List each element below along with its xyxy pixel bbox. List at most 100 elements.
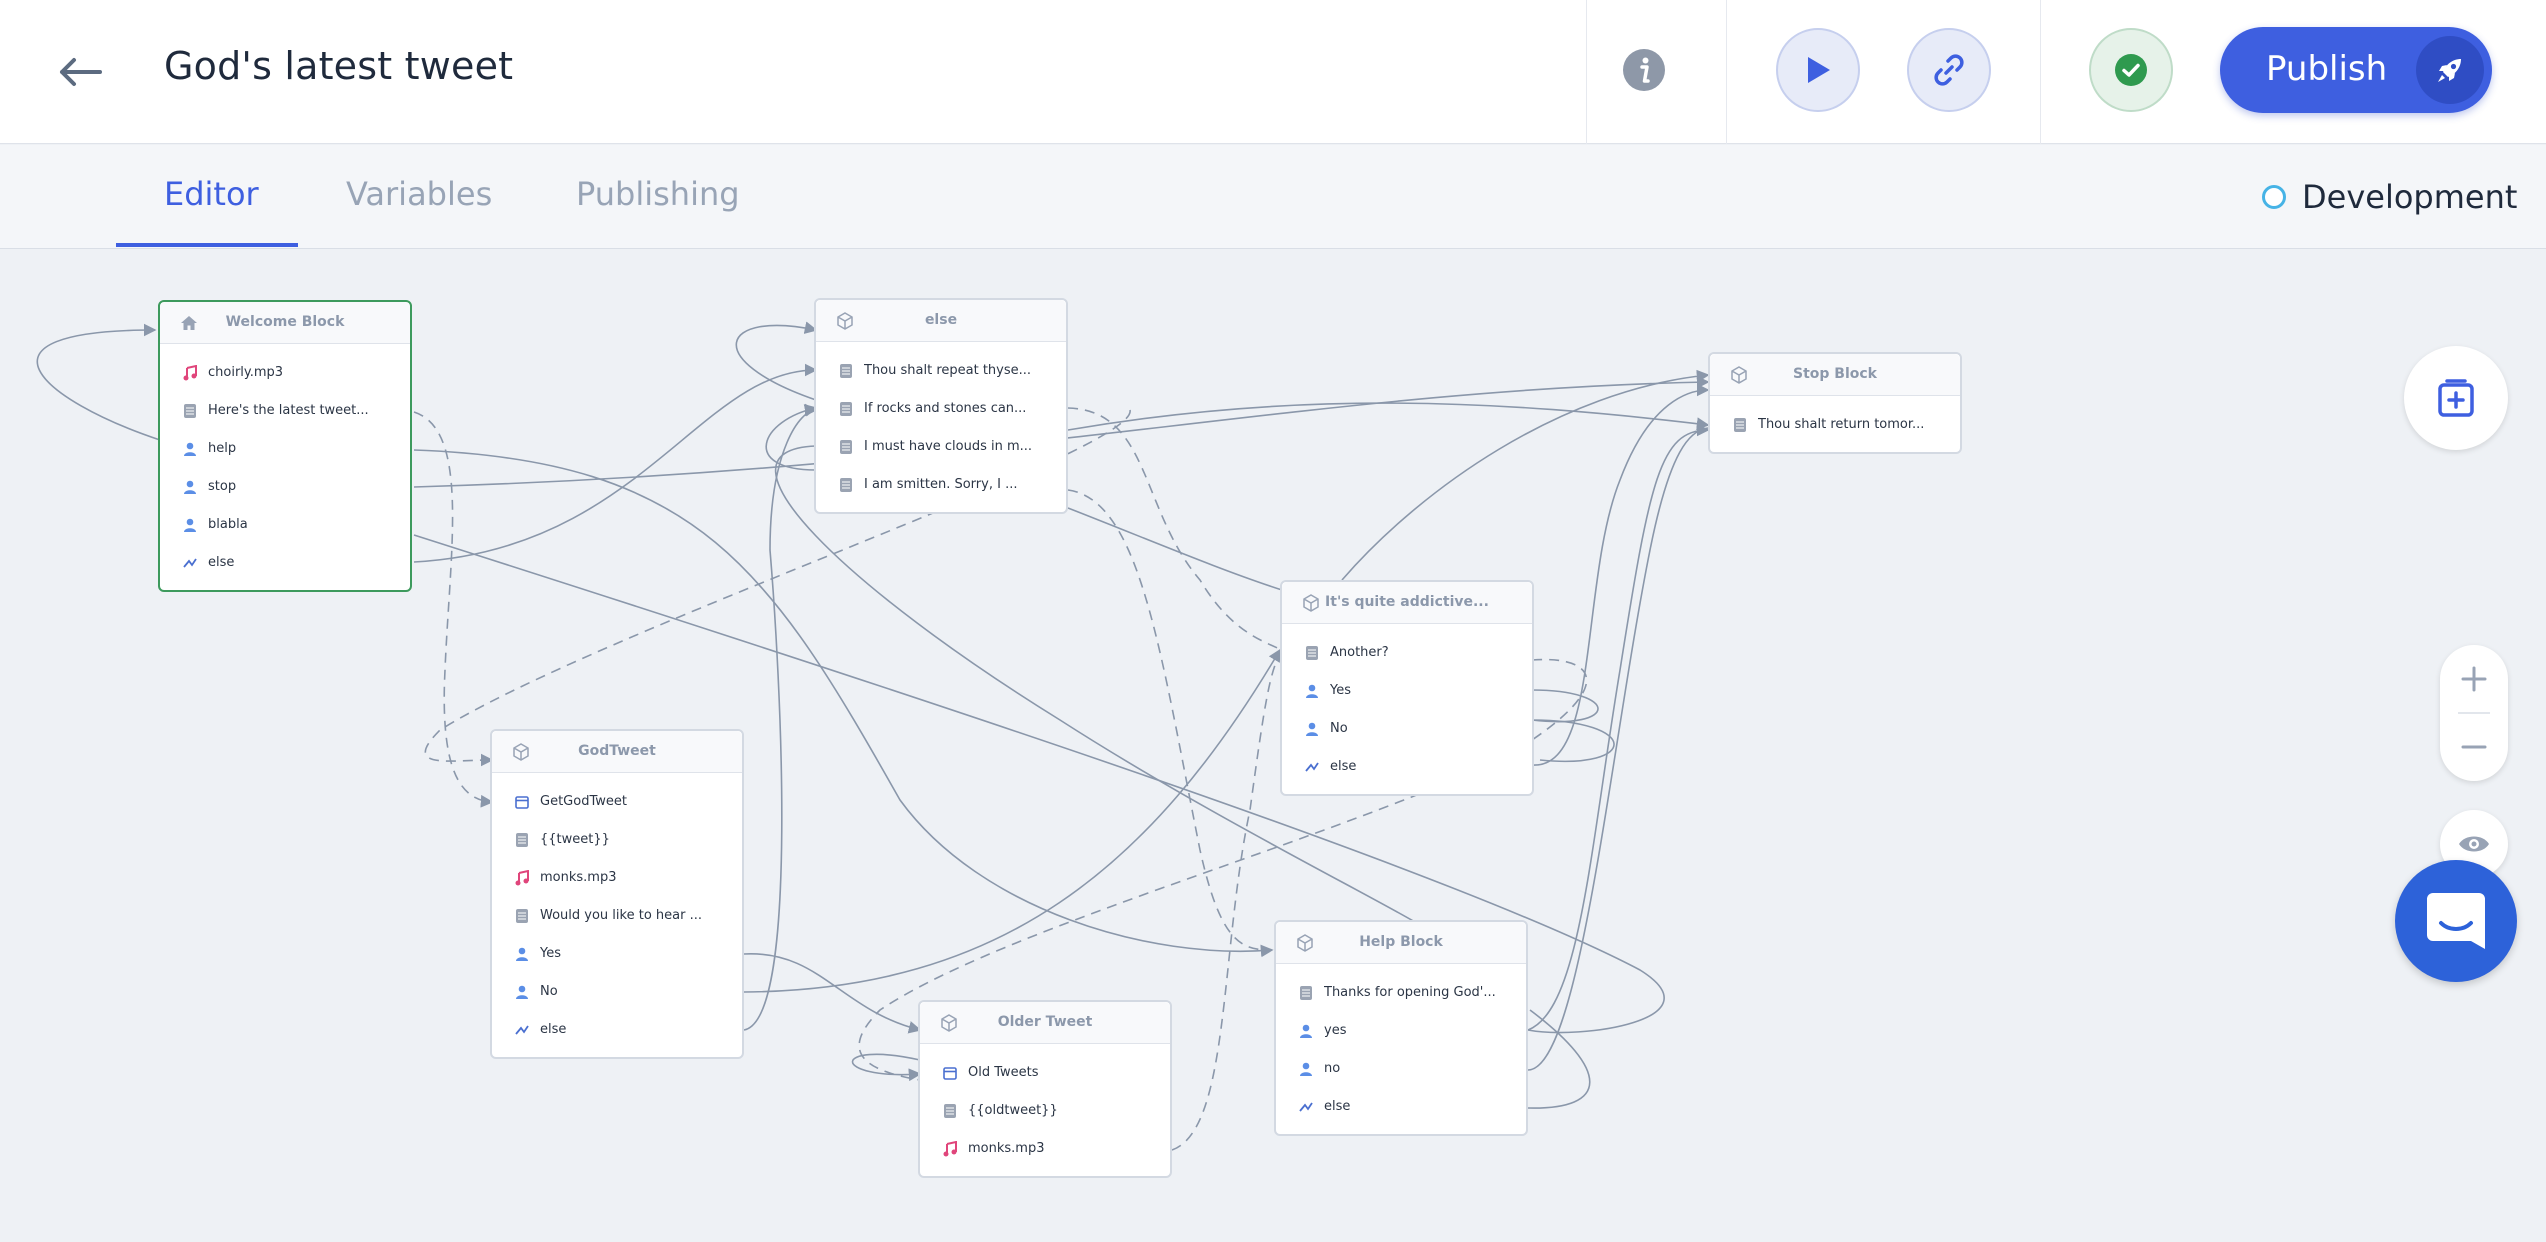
add-block-button[interactable] bbox=[2404, 346, 2508, 450]
header-divider bbox=[1726, 0, 1727, 144]
welcome-block[interactable]: Welcome Block choirly.mp3 Here's the lat… bbox=[158, 300, 412, 592]
environment-label: Development bbox=[2302, 178, 2518, 216]
tab-variables[interactable]: Variables bbox=[346, 175, 492, 213]
block-title: Help Block bbox=[1359, 934, 1443, 950]
user-icon bbox=[1304, 721, 1320, 737]
info-button[interactable] bbox=[1614, 40, 1674, 100]
block-item[interactable]: {{oldtweet}} bbox=[920, 1092, 1170, 1130]
older-tweet-block[interactable]: Older Tweet Old Tweets {{oldtweet}} monk… bbox=[918, 1000, 1172, 1178]
block-title: GodTweet bbox=[578, 743, 656, 759]
block-item[interactable]: Thou shalt repeat thyse... bbox=[816, 352, 1066, 390]
block-item[interactable]: choirly.mp3 bbox=[160, 354, 410, 392]
validate-button[interactable] bbox=[2089, 28, 2173, 112]
user-icon bbox=[514, 946, 530, 962]
back-button[interactable] bbox=[48, 40, 112, 104]
header-divider bbox=[1586, 0, 1587, 144]
user-icon bbox=[1298, 1061, 1314, 1077]
text-icon bbox=[1298, 985, 1314, 1001]
tab-bar: Editor Variables Publishing Development bbox=[0, 145, 2546, 249]
page-title: God's latest tweet bbox=[164, 44, 514, 88]
text-icon bbox=[838, 477, 854, 493]
user-icon bbox=[182, 441, 198, 457]
text-icon bbox=[1732, 417, 1748, 433]
tab-editor[interactable]: Editor bbox=[164, 175, 259, 213]
addictive-block[interactable]: It's quite addictive... Another? Yes No … bbox=[1280, 580, 1534, 796]
text-icon bbox=[838, 401, 854, 417]
add-block-icon bbox=[2438, 379, 2474, 417]
share-link-button[interactable] bbox=[1907, 28, 1991, 112]
block-item[interactable]: GetGodTweet bbox=[492, 783, 742, 821]
arrow-left-icon bbox=[60, 58, 102, 86]
block-item[interactable]: Yes bbox=[492, 935, 742, 973]
zoom-in-button[interactable] bbox=[2440, 645, 2508, 713]
play-button[interactable] bbox=[1776, 28, 1860, 112]
block-header: Older Tweet bbox=[920, 1002, 1170, 1044]
chat-widget-button[interactable] bbox=[2395, 860, 2517, 982]
block-item[interactable]: No bbox=[1282, 710, 1532, 748]
zoom-out-button[interactable] bbox=[2440, 713, 2508, 781]
active-tab-indicator bbox=[116, 243, 298, 247]
music-note-icon bbox=[942, 1141, 958, 1157]
block-header: It's quite addictive... bbox=[1282, 582, 1532, 624]
block-item[interactable]: No bbox=[492, 973, 742, 1011]
publish-button[interactable]: Publish bbox=[2220, 27, 2492, 113]
chat-icon bbox=[2427, 893, 2485, 949]
plus-icon bbox=[2461, 666, 2487, 692]
help-block[interactable]: Help Block Thanks for opening God'... ye… bbox=[1274, 920, 1528, 1136]
music-note-icon bbox=[514, 870, 530, 886]
block-item[interactable]: else bbox=[1282, 748, 1532, 786]
block-item[interactable]: stop bbox=[160, 468, 410, 506]
block-item[interactable]: monks.mp3 bbox=[492, 859, 742, 897]
user-icon bbox=[182, 517, 198, 533]
else-block[interactable]: else Thou shalt repeat thyse... If rocks… bbox=[814, 298, 1068, 514]
text-icon bbox=[838, 439, 854, 455]
environment-selector[interactable]: Development bbox=[2262, 178, 2517, 216]
play-icon bbox=[1808, 57, 1830, 83]
block-title: Welcome Block bbox=[225, 314, 345, 330]
block-item[interactable]: If rocks and stones can... bbox=[816, 390, 1066, 428]
block-item[interactable]: help bbox=[160, 430, 410, 468]
block-item[interactable]: Thou shalt return tomor... bbox=[1710, 406, 1960, 444]
info-icon bbox=[1623, 49, 1665, 91]
music-note-icon bbox=[182, 365, 198, 381]
text-icon bbox=[514, 832, 530, 848]
user-icon bbox=[182, 479, 198, 495]
block-header: Welcome Block bbox=[160, 302, 410, 344]
else-icon bbox=[182, 555, 198, 571]
else-icon bbox=[514, 1022, 530, 1038]
block-item[interactable]: Here's the latest tweet... bbox=[160, 392, 410, 430]
text-icon bbox=[838, 363, 854, 379]
block-item[interactable]: Old Tweets bbox=[920, 1054, 1170, 1092]
tab-publishing[interactable]: Publishing bbox=[576, 175, 740, 213]
block-item[interactable]: no bbox=[1276, 1050, 1526, 1088]
block-item[interactable]: else bbox=[160, 544, 410, 582]
user-icon bbox=[514, 984, 530, 1000]
block-item[interactable]: else bbox=[1276, 1088, 1526, 1126]
block-item[interactable]: Thanks for opening God'... bbox=[1276, 974, 1526, 1012]
text-icon bbox=[942, 1103, 958, 1119]
block-item[interactable]: Another? bbox=[1282, 634, 1532, 672]
minus-icon bbox=[2461, 745, 2487, 749]
eye-icon bbox=[2459, 836, 2489, 852]
calendar-icon bbox=[942, 1065, 958, 1081]
godtweet-block[interactable]: GodTweet GetGodTweet {{tweet}} monks.mp3… bbox=[490, 729, 744, 1059]
flow-canvas[interactable]: Welcome Block choirly.mp3 Here's the lat… bbox=[0, 250, 2546, 1242]
block-item[interactable]: I must have clouds in m... bbox=[816, 428, 1066, 466]
block-item[interactable]: I am smitten. Sorry, I ... bbox=[816, 466, 1066, 504]
block-item[interactable]: {{tweet}} bbox=[492, 821, 742, 859]
block-item[interactable]: else bbox=[492, 1011, 742, 1049]
block-header: Stop Block bbox=[1710, 354, 1960, 396]
stop-block[interactable]: Stop Block Thou shalt return tomor... bbox=[1708, 352, 1962, 454]
else-icon bbox=[1298, 1099, 1314, 1115]
block-item[interactable]: monks.mp3 bbox=[920, 1130, 1170, 1168]
block-item[interactable]: blabla bbox=[160, 506, 410, 544]
check-circle-icon bbox=[2115, 54, 2147, 86]
block-item[interactable]: Yes bbox=[1282, 672, 1532, 710]
block-item[interactable]: yes bbox=[1276, 1012, 1526, 1050]
block-item[interactable]: Would you like to hear ... bbox=[492, 897, 742, 935]
calendar-icon bbox=[514, 794, 530, 810]
else-icon bbox=[1304, 759, 1320, 775]
user-icon bbox=[1298, 1023, 1314, 1039]
block-title: It's quite addictive... bbox=[1325, 594, 1489, 610]
rocket-icon bbox=[2416, 36, 2484, 104]
